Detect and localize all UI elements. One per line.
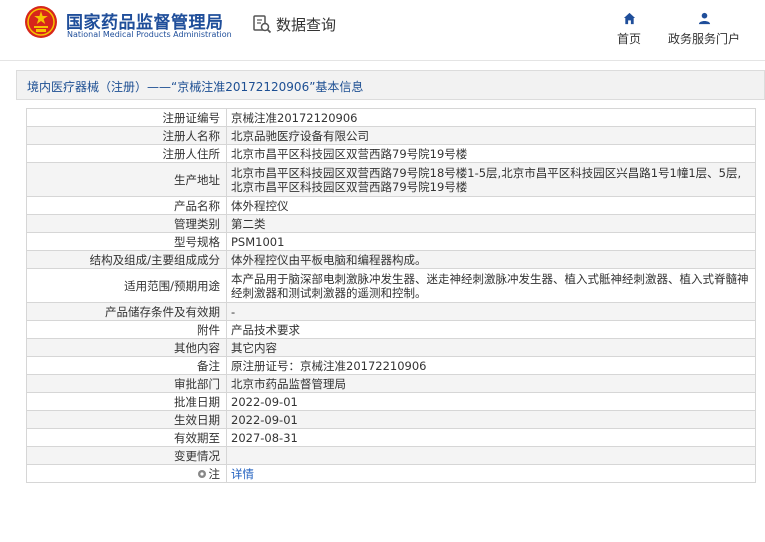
field-label: 结构及组成/主要组成成分 xyxy=(26,250,227,269)
field-value: 其它内容 xyxy=(226,338,756,357)
national-emblem-icon xyxy=(25,6,57,38)
field-value: 2027-08-31 xyxy=(226,428,756,447)
field-value xyxy=(226,446,756,465)
field-label: 注册人住所 xyxy=(26,144,227,163)
field-label: 产品储存条件及有效期 xyxy=(26,302,227,321)
field-label: 审批部门 xyxy=(26,374,227,393)
field-label: 备注 xyxy=(26,356,227,375)
field-label: 适用范围/预期用途 xyxy=(26,268,227,303)
table-row: 适用范围/预期用途 本产品用于脑深部电刺激脉冲发生器、迷走神经刺激脉冲发生器、植… xyxy=(26,268,756,303)
table-row: 产品储存条件及有效期 - xyxy=(26,302,756,321)
table-row: 附件 产品技术要求 xyxy=(26,320,756,339)
site-name-en: National Medical Products Administration xyxy=(67,30,232,39)
field-value: PSM1001 xyxy=(226,232,756,251)
table-row: 产品名称 体外程控仪 xyxy=(26,196,756,215)
field-value: 体外程控仪由平板电脑和编程器构成。 xyxy=(226,250,756,269)
detail-title-bar: 境内医疗器械（注册）——“京械注准20172120906”基本信息 xyxy=(16,70,765,100)
search-document-icon xyxy=(253,15,272,34)
table-row: 有效期至 2027-08-31 xyxy=(26,428,756,447)
field-label: 型号规格 xyxy=(26,232,227,251)
field-label: 变更情况 xyxy=(26,446,227,465)
details-link[interactable]: 详情 xyxy=(231,467,254,481)
field-value-note: 详情 xyxy=(226,464,756,483)
table-row: 备注 原注册证号：京械注准20172210906 xyxy=(26,356,756,375)
field-label: 注册人名称 xyxy=(26,126,227,145)
table-row: 生产地址 北京市昌平区科技园区双营西路79号院18号楼1-5层,北京市昌平区科技… xyxy=(26,162,756,197)
nav-home[interactable]: 首页 xyxy=(589,10,669,47)
table-row: 变更情况 xyxy=(26,446,756,465)
registration-info-table: 注册证编号 京械注准20172120906 注册人名称 北京品驰医疗设备有限公司… xyxy=(26,108,756,483)
nav-home-label: 首页 xyxy=(616,32,641,46)
field-label: 有效期至 xyxy=(26,428,227,447)
field-value: 北京市药品监督管理局 xyxy=(226,374,756,393)
field-label: 其他内容 xyxy=(26,338,227,357)
table-row: 型号规格 PSM1001 xyxy=(26,232,756,251)
table-row: 生效日期 2022-09-01 xyxy=(26,410,756,429)
home-icon xyxy=(623,12,635,25)
field-label: 生产地址 xyxy=(26,162,227,197)
field-value: - xyxy=(226,302,756,321)
field-value: 北京品驰医疗设备有限公司 xyxy=(226,126,756,145)
field-label: 产品名称 xyxy=(26,196,227,215)
field-value: 第二类 xyxy=(226,214,756,233)
table-row: 结构及组成/主要组成成分 体外程控仪由平板电脑和编程器构成。 xyxy=(26,250,756,269)
field-label: 批准日期 xyxy=(26,392,227,411)
data-query-link[interactable]: 数据查询 xyxy=(252,12,336,36)
table-row: 其他内容 其它内容 xyxy=(26,338,756,357)
field-value: 产品技术要求 xyxy=(226,320,756,339)
table-row: 注册人住所 北京市昌平区科技园区双营西路79号院19号楼 xyxy=(26,144,756,163)
page-title: 境内医疗器械（注册）——“京械注准20172120906”基本信息 xyxy=(27,80,364,94)
field-label: 注 xyxy=(208,466,221,481)
user-icon xyxy=(698,12,710,25)
table-row: 管理类别 第二类 xyxy=(26,214,756,233)
table-row: 审批部门 北京市药品监督管理局 xyxy=(26,374,756,393)
field-value: 2022-09-01 xyxy=(226,392,756,411)
field-label-note: 注 xyxy=(26,464,227,483)
table-row: 批准日期 2022-09-01 xyxy=(26,392,756,411)
pin-icon xyxy=(197,469,206,478)
field-label: 附件 xyxy=(26,320,227,339)
field-label: 生效日期 xyxy=(26,410,227,429)
site-header: 国家药品监督管理局 National Medical Products Admi… xyxy=(0,0,765,52)
field-value: 本产品用于脑深部电刺激脉冲发生器、迷走神经刺激脉冲发生器、植入式骶神经刺激器、植… xyxy=(226,268,756,303)
field-value: 北京市昌平区科技园区双营西路79号院19号楼 xyxy=(226,144,756,163)
table-row: 注册证编号 京械注准20172120906 xyxy=(26,108,756,127)
data-query-label: 数据查询 xyxy=(276,15,337,34)
field-value: 2022-09-01 xyxy=(226,410,756,429)
table-row: 注 详情 xyxy=(26,464,756,483)
field-value: 原注册证号：京械注准20172210906 xyxy=(226,356,756,375)
field-label: 注册证编号 xyxy=(26,108,227,127)
field-label: 管理类别 xyxy=(26,214,227,233)
header-divider xyxy=(0,60,765,61)
nav-service-portal-label: 政务服务门户 xyxy=(667,32,740,46)
field-value: 体外程控仪 xyxy=(226,196,756,215)
nav-service-portal[interactable]: 政务服务门户 xyxy=(664,10,744,47)
field-value: 北京市昌平区科技园区双营西路79号院18号楼1-5层,北京市昌平区科技园区兴昌路… xyxy=(226,162,756,197)
field-value: 京械注准20172120906 xyxy=(226,108,756,127)
table-row: 注册人名称 北京品驰医疗设备有限公司 xyxy=(26,126,756,145)
